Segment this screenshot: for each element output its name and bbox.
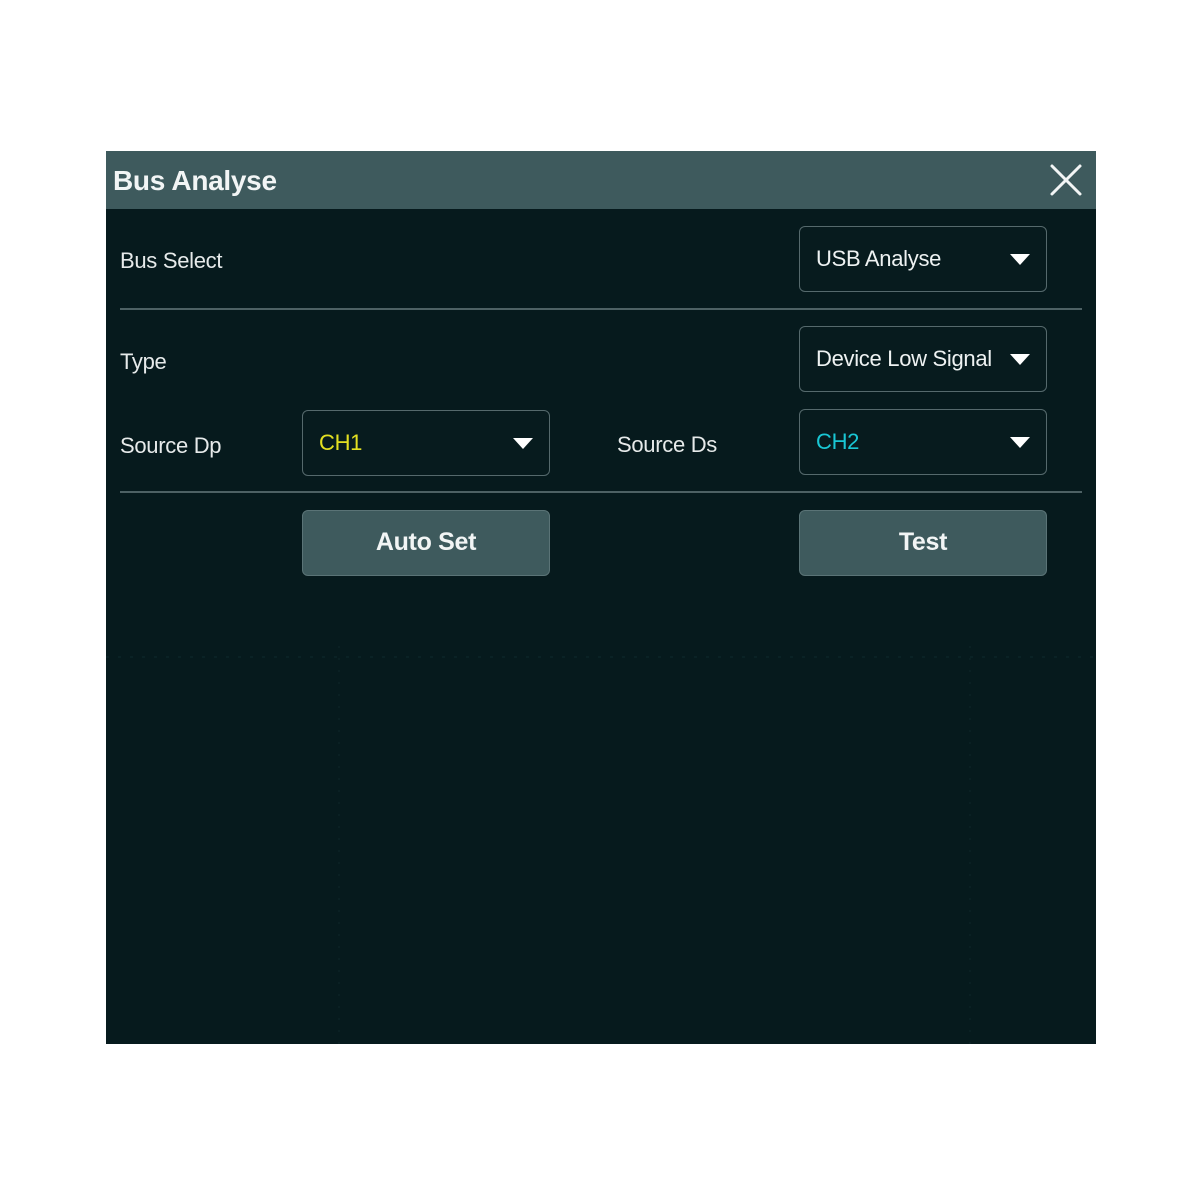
bus-select-value: USB Analyse [816, 246, 942, 271]
type-label: Type [120, 349, 167, 374]
close-icon[interactable] [1046, 160, 1086, 200]
chevron-down-icon [1008, 251, 1032, 267]
bus-select-dropdown[interactable]: USB Analyse [799, 226, 1047, 292]
test-button[interactable]: Test [799, 510, 1047, 576]
graticule-line [969, 646, 971, 1044]
chevron-down-icon [511, 435, 535, 451]
source-dp-dropdown[interactable]: CH1 [302, 410, 550, 476]
chevron-down-icon [1008, 351, 1032, 367]
source-ds-label: Source Ds [617, 432, 718, 457]
graticule-line [106, 656, 1096, 658]
type-value: Device Low Signal [816, 346, 992, 371]
graticule-line [338, 646, 340, 1044]
source-dp-value: CH1 [319, 430, 363, 455]
type-dropdown[interactable]: Device Low Signal [799, 326, 1047, 392]
source-ds-dropdown[interactable]: CH2 [799, 409, 1047, 475]
bus-analyse-dialog: Bus Analyse Bus Select USB Analyse Type … [106, 151, 1096, 1044]
bus-select-label: Bus Select [120, 248, 223, 273]
divider [120, 308, 1082, 310]
divider [120, 491, 1082, 493]
dialog-title: Bus Analyse [113, 165, 277, 196]
source-ds-value: CH2 [816, 429, 860, 454]
auto-set-button[interactable]: Auto Set [302, 510, 550, 576]
source-dp-label: Source Dp [120, 433, 222, 458]
chevron-down-icon [1008, 434, 1032, 450]
dialog-titlebar: Bus Analyse [106, 151, 1096, 209]
